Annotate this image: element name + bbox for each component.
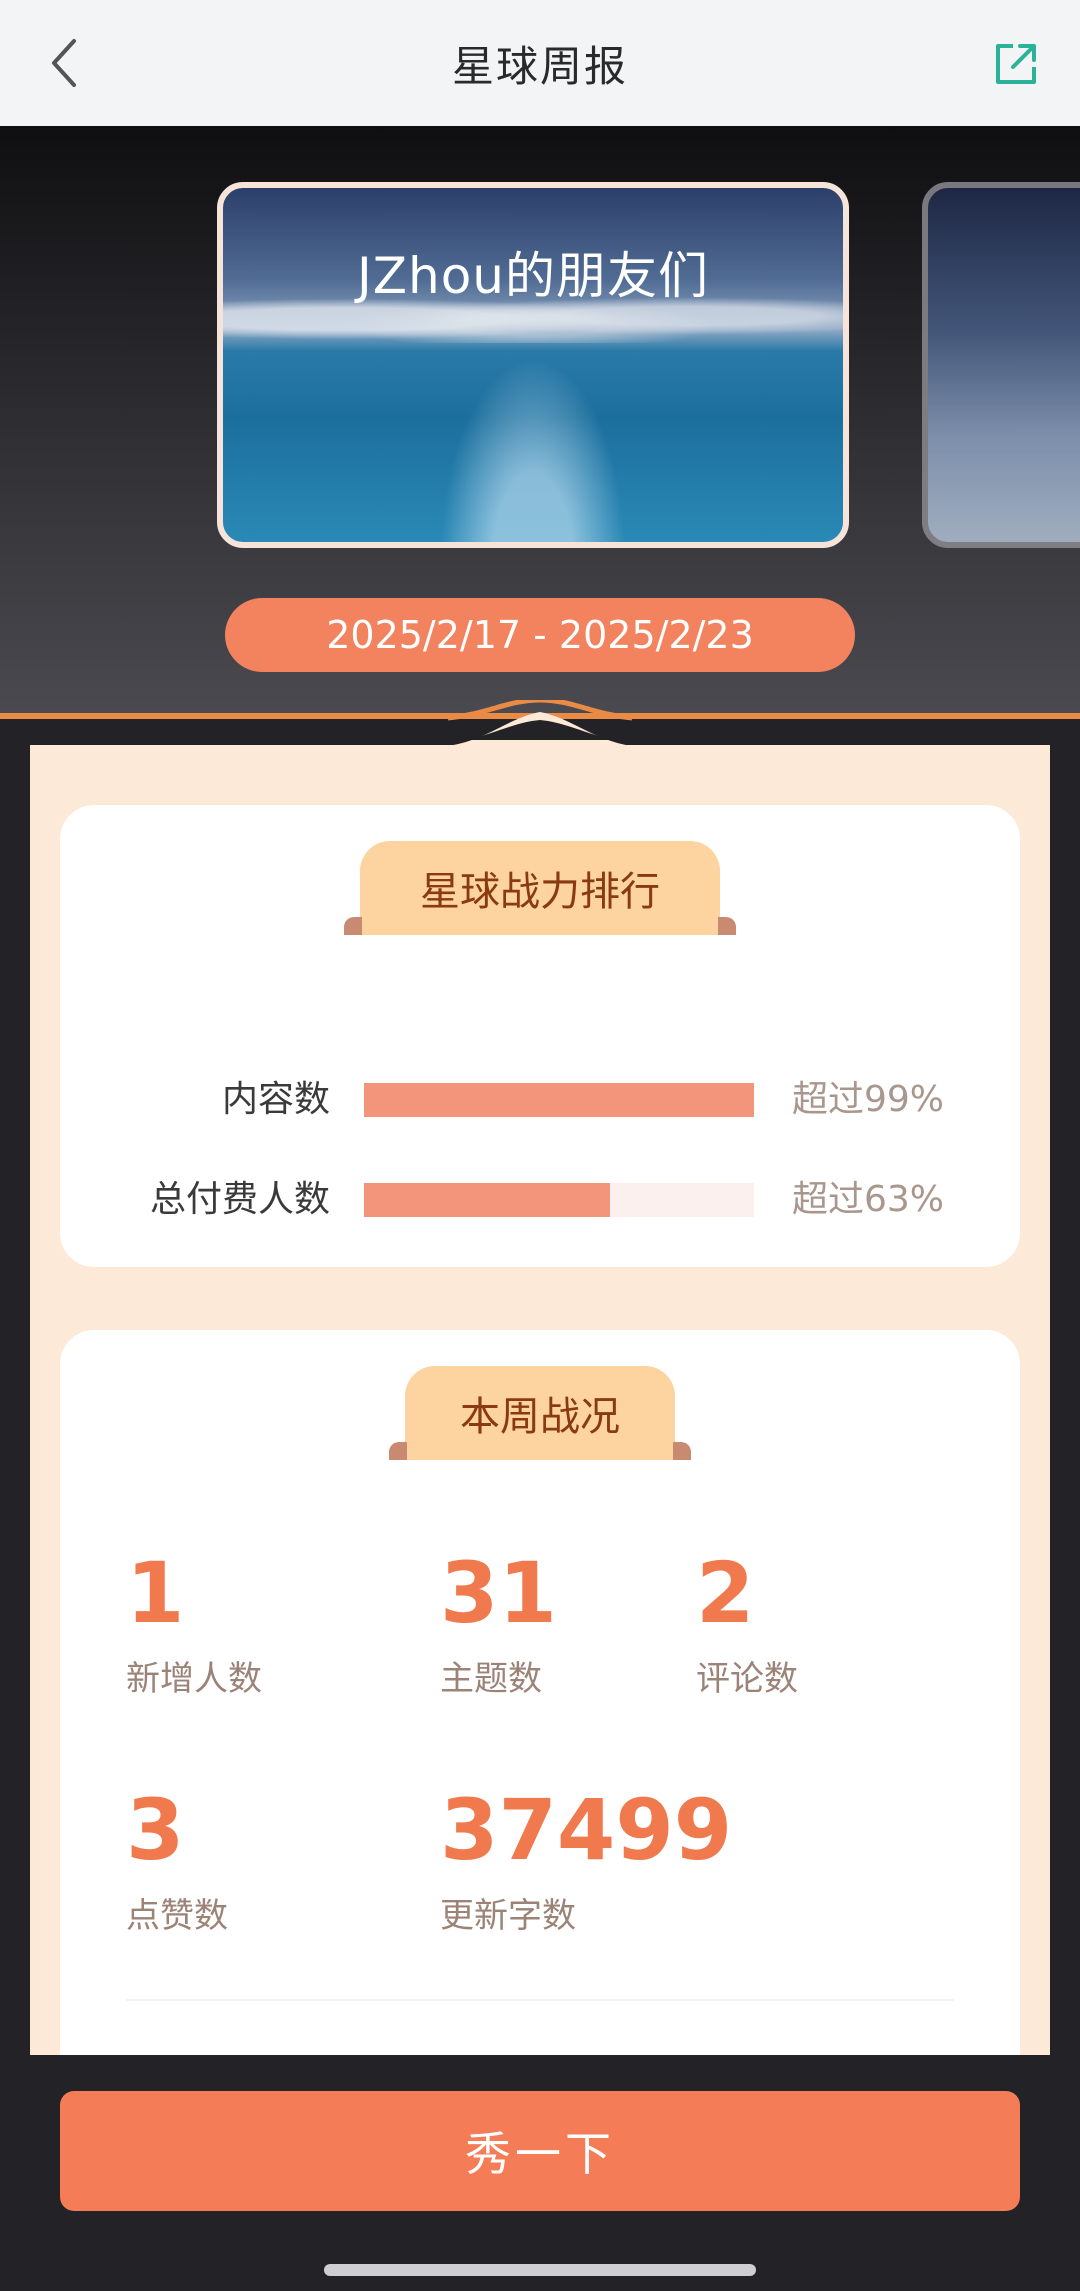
rank-row-content: 内容数 超过99%: [60, 1075, 1020, 1125]
rank-bar-track: [364, 1083, 754, 1117]
stat-words-updated: 37499 更新字数: [440, 1782, 800, 1937]
stat-label: 主题数: [440, 1659, 542, 1699]
home-indicator: [324, 2264, 756, 2276]
back-button[interactable]: [40, 34, 88, 92]
stat-new-members: 1 新增人数: [126, 1545, 366, 1700]
rank-heading: 星球战力排行: [344, 841, 736, 935]
external-share-icon: [996, 44, 1036, 84]
cover-card-current[interactable]: JZhou的朋友们: [217, 182, 849, 548]
stats-heading: 本周战况: [389, 1366, 691, 1460]
rank-bar-fill: [364, 1183, 610, 1217]
cover-image-wake: [440, 358, 626, 542]
page-title: 星球周报: [451, 41, 628, 91]
stat-label: 新增人数: [126, 1659, 262, 1699]
stat-likes: 3 点赞数: [126, 1782, 366, 1937]
report-content: 星球战力排行 内容数 超过99% 总付费人数 超过63% 本周战况 1 新增人数…: [30, 745, 1050, 2055]
rank-percent: 超过99%: [792, 1079, 945, 1120]
show-off-button[interactable]: 秀一下: [60, 2091, 1020, 2211]
stat-value: 2: [696, 1544, 755, 1642]
cover-title: JZhou的朋友们: [357, 247, 709, 305]
rank-bar-fill: [364, 1083, 754, 1117]
notch-connector: [448, 700, 632, 750]
cover-carousel[interactable]: JZhou的朋友们 2025/2/17 - 2025/2/23: [0, 126, 1080, 716]
rank-panel: 星球战力排行 内容数 超过99% 总付费人数 超过63%: [60, 805, 1020, 1267]
stat-value: 31: [440, 1544, 557, 1642]
rank-percent: 超过63%: [792, 1179, 945, 1220]
chevron-left-icon: [52, 39, 76, 87]
stats-divider: [126, 1999, 954, 2001]
stat-value: 3: [126, 1781, 185, 1879]
date-range-badge: 2025/2/17 - 2025/2/23: [225, 598, 855, 672]
weekly-stats-panel: 本周战况 1 新增人数 31 主题数 2 评论数 3 点赞数 37499 更新字…: [60, 1330, 1020, 2055]
stat-topics: 31 主题数: [440, 1545, 680, 1700]
rank-bar-track: [364, 1183, 754, 1217]
cover-card-next[interactable]: [922, 182, 1080, 548]
stat-label: 评论数: [696, 1659, 798, 1699]
rank-label: 内容数: [221, 1079, 330, 1120]
top-nav-bar: 星球周报: [0, 0, 1080, 126]
rank-row-paid-members: 总付费人数 超过63%: [60, 1175, 1020, 1225]
share-button[interactable]: [988, 36, 1044, 92]
stat-comments: 2 评论数: [696, 1545, 936, 1700]
stat-value: 1: [126, 1544, 185, 1642]
stat-label: 点赞数: [126, 1896, 228, 1936]
stat-label: 更新字数: [440, 1896, 576, 1936]
rank-label: 总付费人数: [149, 1179, 330, 1220]
stat-value: 37499: [440, 1781, 733, 1879]
